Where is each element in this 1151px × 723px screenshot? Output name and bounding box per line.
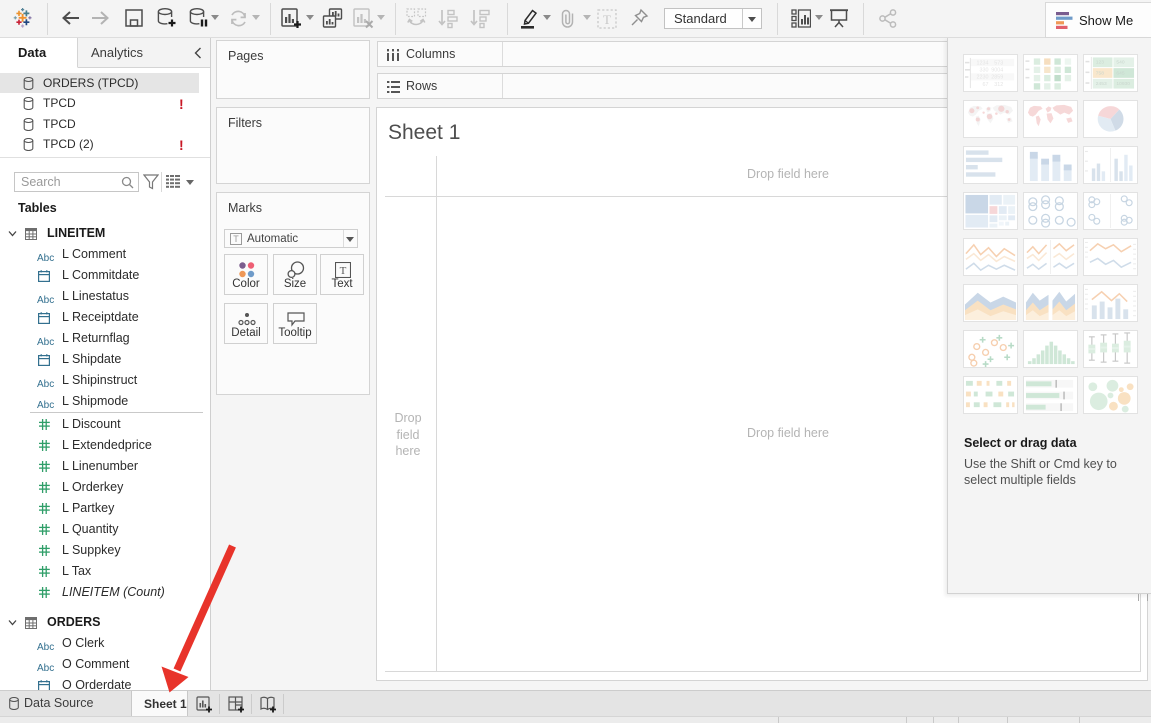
svg-text:67: 67 xyxy=(983,82,989,88)
svg-text:2453: 2453 xyxy=(1096,81,1107,87)
svg-text:758: 758 xyxy=(1096,70,1104,76)
svg-text:9004: 9004 xyxy=(991,68,1003,74)
svg-text:540: 540 xyxy=(1116,60,1124,66)
svg-text:2859: 2859 xyxy=(991,75,1003,81)
svg-text:T: T xyxy=(233,234,239,244)
svg-text:10930: 10930 xyxy=(1116,81,1130,87)
svg-text:312: 312 xyxy=(994,82,1003,88)
svg-text:1234: 1234 xyxy=(977,60,989,66)
svg-text:645: 645 xyxy=(1116,70,1124,76)
svg-text:2230: 2230 xyxy=(977,75,989,81)
svg-text:123: 123 xyxy=(1096,60,1104,66)
svg-text:330: 330 xyxy=(980,68,989,74)
svg-text:573: 573 xyxy=(994,60,1003,66)
svg-text:T: T xyxy=(603,12,611,27)
svg-text:T: T xyxy=(340,265,347,277)
